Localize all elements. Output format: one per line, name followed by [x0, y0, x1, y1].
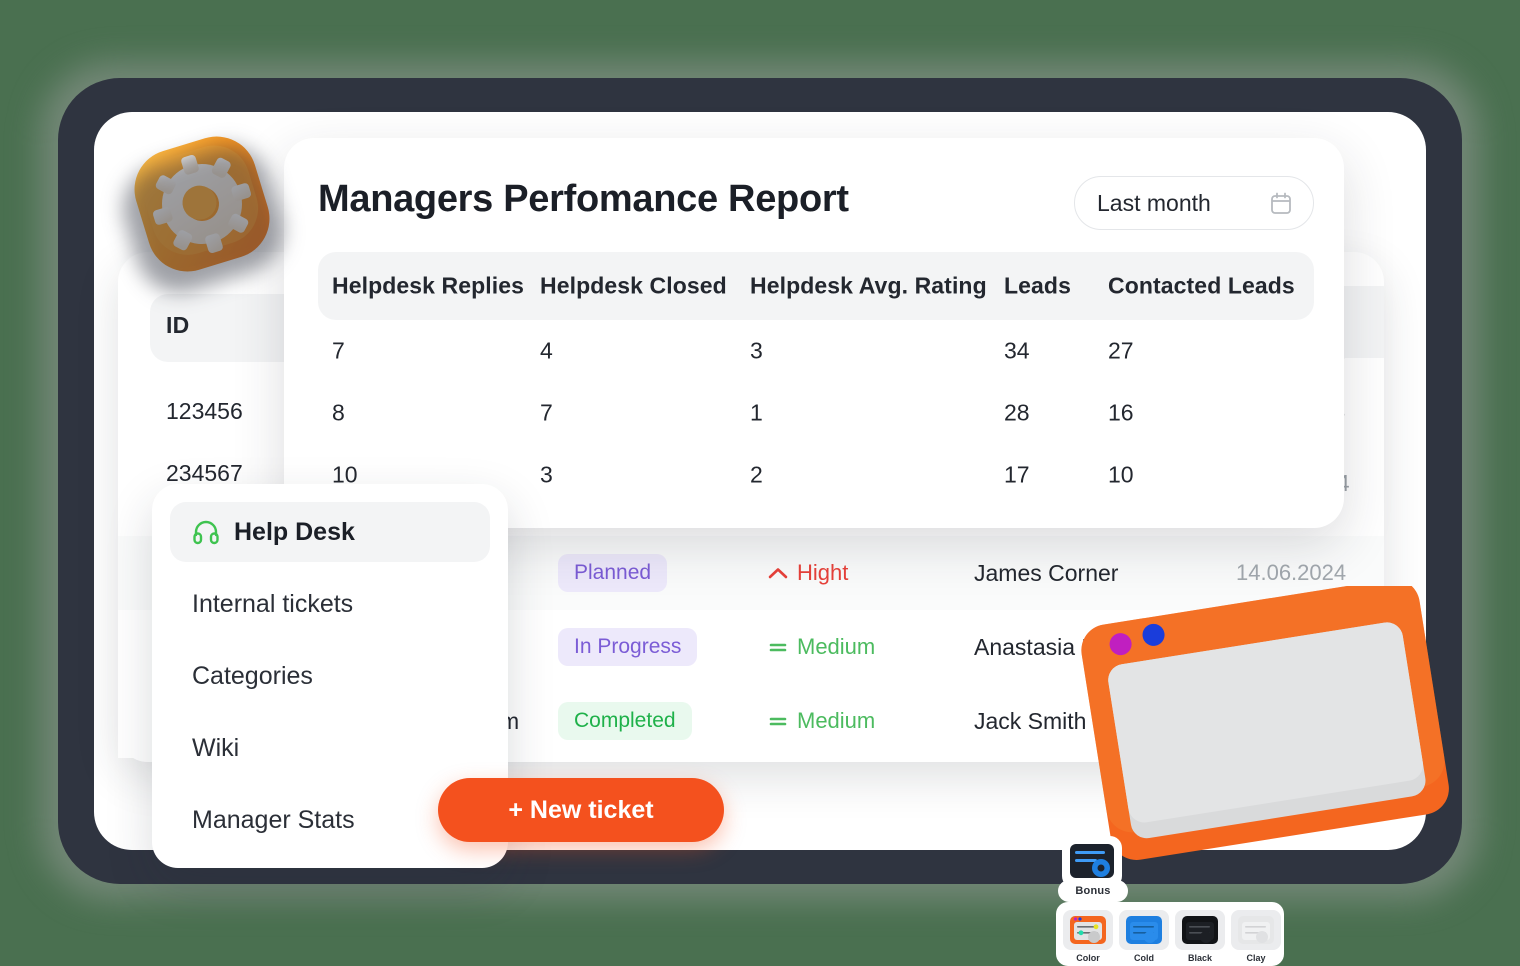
managers-performance-report-card: Managers Perfomance Report Last month He… — [284, 138, 1344, 528]
swatch-tile — [1119, 910, 1169, 950]
variant-clay-icon — [1238, 916, 1274, 944]
cell-helpdesk-closed: 3 — [540, 461, 553, 488]
bonus-label: Bonus — [1058, 880, 1128, 902]
sidebar-item-categories[interactable]: Categories — [170, 646, 490, 706]
equals-icon — [769, 717, 787, 726]
date-range-picker[interactable]: Last month — [1074, 176, 1314, 230]
new-ticket-button[interactable]: + New ticket — [438, 778, 724, 842]
swatch-tile — [1063, 910, 1113, 950]
swatch-label: Clay — [1246, 953, 1266, 963]
screenshot-stage: ID 123456 234567 4 24 Planned Hight Jame… — [0, 0, 1520, 966]
swatch-black[interactable]: Black — [1175, 910, 1225, 963]
page-title: Managers Perfomance Report — [318, 178, 849, 220]
variant-black-icon — [1182, 916, 1218, 944]
sidebar-item-label: Internal tickets — [192, 589, 354, 618]
settings-window-3d-icon — [1081, 578, 1449, 860]
equals-icon — [769, 643, 787, 652]
column-header-helpdesk-avg-rating: Helpdesk Avg. Rating — [750, 272, 987, 299]
sidebar-item-label: Categories — [192, 661, 313, 690]
background-id-value: 234567 — [166, 460, 243, 486]
swatch-tile — [1231, 910, 1281, 950]
priority-label: Medium — [797, 708, 876, 733]
background-id-value: 123456 — [166, 398, 243, 424]
column-header-helpdesk-replies: Helpdesk Replies — [332, 272, 525, 299]
status-badge: Planned — [558, 553, 668, 593]
cell-helpdesk-replies: 7 — [332, 337, 345, 364]
column-header-contacted-leads: Contacted Leads — [1108, 272, 1295, 299]
swatch-tile — [1175, 910, 1225, 950]
table-row[interactable]: 8 7 1 28 16 — [284, 382, 1344, 444]
variant-cold-icon — [1126, 916, 1162, 944]
variant-color-icon — [1070, 916, 1106, 944]
priority-label: Hight — [797, 560, 849, 585]
table-row[interactable]: 7 4 3 34 27 — [284, 320, 1344, 382]
cell-leads: 34 — [1004, 337, 1030, 364]
sidebar-item-label: Manager Stats — [192, 805, 355, 834]
cell-leads: 17 — [1004, 461, 1030, 488]
cell-helpdesk-closed: 7 — [540, 399, 553, 426]
chevron-up-icon — [768, 568, 788, 579]
settings-window-3d-decoration — [1078, 578, 1460, 876]
cell-leads: 28 — [1004, 399, 1030, 426]
headphones-icon — [193, 520, 219, 545]
cell-contacted-leads: 16 — [1108, 399, 1134, 426]
color-variant-swatches: Color Cold Black Clay — [1056, 902, 1284, 966]
report-table-header: Helpdesk Replies Helpdesk Closed Helpdes… — [284, 252, 1344, 320]
priority-label: Medium — [797, 634, 876, 659]
sidebar-item-help-desk[interactable]: Help Desk — [170, 502, 490, 562]
date-range-label: Last month — [1097, 189, 1211, 216]
column-header-id: ID — [166, 312, 190, 338]
status-badge: Completed — [558, 701, 692, 741]
report-table: Helpdesk Replies Helpdesk Closed Helpdes… — [284, 252, 1344, 506]
cell-helpdesk-closed: 4 — [540, 337, 553, 364]
calendar-icon — [1271, 192, 1291, 214]
cell-contacted-leads: 27 — [1108, 337, 1134, 364]
swatch-clay[interactable]: Clay — [1231, 910, 1281, 963]
priority-indicator: Medium — [768, 634, 875, 660]
swatch-cold[interactable]: Cold — [1119, 910, 1169, 963]
sidebar-item-internal-tickets[interactable]: Internal tickets — [170, 574, 490, 634]
assignee-name: James Corner — [974, 559, 1119, 586]
status-badge: In Progress — [558, 627, 698, 667]
cell-helpdesk-avg-rating: 1 — [750, 399, 763, 426]
gear-3d-decoration — [111, 124, 295, 304]
swatch-color[interactable]: Color — [1063, 910, 1113, 963]
sidebar-item-wiki[interactable]: Wiki — [170, 718, 490, 778]
priority-indicator: Hight — [768, 560, 848, 586]
column-header-leads: Leads — [1004, 272, 1071, 299]
priority-indicator: Medium — [768, 708, 875, 734]
cell-helpdesk-avg-rating: 2 — [750, 461, 763, 488]
assignee-name: Jack Smith — [974, 707, 1087, 734]
cell-contacted-leads: 10 — [1108, 461, 1134, 488]
cell-helpdesk-avg-rating: 3 — [750, 337, 763, 364]
swatch-label: Cold — [1134, 953, 1154, 963]
swatch-label: Color — [1076, 953, 1100, 963]
sidebar-item-label: Wiki — [192, 733, 240, 762]
swatch-label: Black — [1187, 953, 1213, 963]
ticket-date: 14.06.2024 — [1236, 560, 1347, 585]
cell-helpdesk-replies: 8 — [332, 399, 345, 426]
sidebar-item-label: Help Desk — [234, 517, 355, 546]
column-header-helpdesk-closed: Helpdesk Closed — [540, 272, 727, 299]
